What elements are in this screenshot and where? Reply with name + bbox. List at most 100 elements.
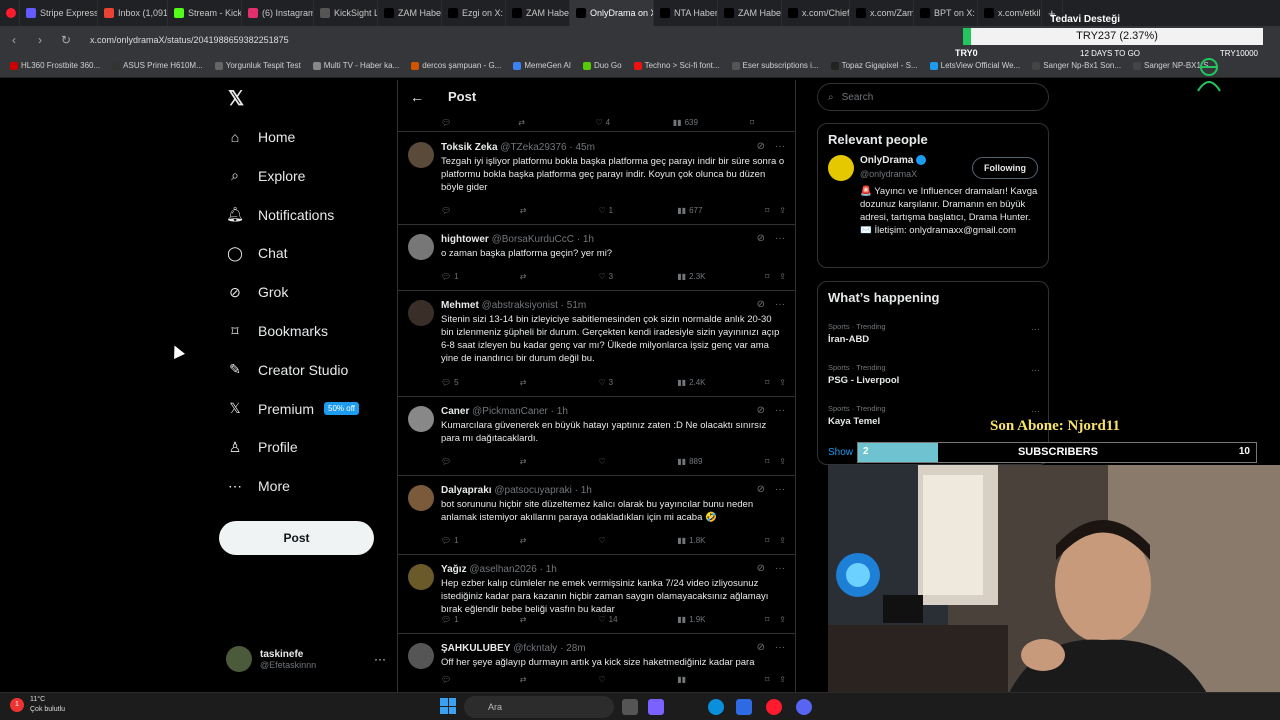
browser-tab[interactable]: ZAM Haber o (718, 0, 782, 26)
account-switcher[interactable]: taskinefe @Efetaskinnn ··· (226, 642, 386, 676)
share-icon[interactable]: ⇪ (779, 206, 786, 215)
tweet-reply[interactable]: hightower @BorsaKurduCcC · 1h ⊘ ··· o zaman… (398, 225, 795, 291)
start-icon[interactable] (440, 698, 456, 714)
discord-icon[interactable] (796, 699, 812, 715)
tweet-author-name[interactable]: hightower (441, 234, 489, 245)
avatar[interactable] (828, 155, 854, 181)
browser-tab[interactable]: Ezgi on X: "th (442, 0, 506, 26)
browser-tab[interactable]: Stream - Kick (168, 0, 242, 26)
nav-item-chat[interactable]: ◯ Chat (226, 238, 287, 268)
like-button[interactable]: ♡ (599, 536, 635, 545)
bookmark-item[interactable]: Duo Go (583, 61, 622, 70)
tweet-author-handle[interactable]: @fckntaly (513, 643, 557, 654)
bookmark-item[interactable]: LetsView Official We... (929, 61, 1020, 70)
opera-taskbar-icon[interactable] (766, 699, 782, 715)
like-button[interactable]: ♡ (599, 457, 635, 466)
like-button[interactable]: ♡ 3 (599, 378, 635, 387)
more-dots-icon[interactable]: ··· (775, 299, 785, 310)
browser-tab[interactable]: (6) Instagram (242, 0, 314, 26)
like-button[interactable]: ♡ 3 (599, 272, 635, 281)
views-button[interactable]: ▮▮ 889 (677, 457, 713, 466)
trend-item[interactable]: Sports · Trending İran-ABD ··· (828, 322, 1040, 345)
tweet-reply[interactable]: ŞAHKULUBEY @fckntaly · 28m ⊘ ··· Off her şe… (398, 634, 795, 692)
reply-button[interactable]: 💬︎ (441, 457, 477, 466)
browser-tab[interactable]: x.com/ZamHa (850, 0, 914, 26)
tweet-author-name[interactable]: Toksik Zeka (441, 142, 498, 153)
tweet-author-handle[interactable]: @patsocuyapraki (494, 485, 571, 496)
repost-button[interactable]: ⇄ (520, 272, 556, 281)
tweet-reply[interactable]: Mehmet @abstraksiyonist · 51m ⊘ ··· Sitenin… (398, 291, 795, 397)
browser-tab[interactable]: x.com/Chiefta (782, 0, 850, 26)
tweet-author-name[interactable]: Caner (441, 406, 469, 417)
avatar[interactable] (408, 485, 434, 511)
grok-icon[interactable]: ⊘ (757, 405, 765, 416)
tweet-author-name[interactable]: Yağız (441, 564, 467, 575)
like-button[interactable]: ♡ 1 (599, 206, 635, 215)
bookmark-icon[interactable]: ⌑ (765, 457, 769, 466)
bookmark-icon[interactable]: ⌑ (765, 206, 769, 215)
tweet-reply[interactable]: Yağız @aselhan2026 · 1h ⊘ ··· Hep ezber kal… (398, 555, 795, 634)
nav-item-explore[interactable]: ⌕ Explore (226, 161, 305, 191)
trend-item[interactable]: Sports · Trending PSG - Liverpool ··· (828, 363, 1040, 386)
nav-item-profile[interactable]: ♙ Profile (226, 432, 298, 462)
tweet-reply[interactable]: Caner @PickmanCaner · 1h ⊘ ··· Kumarcılara … (398, 397, 795, 476)
tweet-reply[interactable]: Toksik Zeka @TZeka29376 · 45m ⊘ ··· Tezgah … (398, 133, 795, 225)
browser-tab[interactable]: Inbox (1,091) (98, 0, 168, 26)
tweet-time[interactable]: 1h (557, 406, 568, 417)
tweet-author-handle[interactable]: @BorsaKurduCcC (492, 234, 574, 245)
reply-button[interactable]: 💬︎ 1 (441, 536, 477, 545)
share-icon[interactable]: ⇪ (779, 536, 786, 545)
reload-icon[interactable]: ↻ (58, 33, 74, 47)
bookmark-icon[interactable]: ⌑ (765, 536, 769, 545)
bookmark-item[interactable]: MemeGen AI (513, 61, 571, 70)
reply-icon[interactable]: 💬︎ (441, 118, 477, 127)
views-button[interactable]: ▮▮ 677 (677, 206, 713, 215)
share-icon[interactable]: ⇪ (779, 272, 786, 281)
browser-tab[interactable]: Stripe Express (20, 0, 98, 26)
edge-icon[interactable] (708, 699, 724, 715)
more-dots-icon[interactable]: ··· (775, 484, 785, 495)
tweet-time[interactable]: 1h (581, 485, 592, 496)
tweet-time[interactable]: 1h (583, 234, 594, 245)
browser-tab[interactable]: ZAM Haber o (506, 0, 570, 26)
share-icon[interactable]: ⇪ (779, 675, 786, 684)
share-icon[interactable]: ⇪ (779, 378, 786, 387)
tweet-reply[interactable]: Dalyaprakı @patsocuyapraki · 1h ⊘ ··· bot s… (398, 476, 795, 555)
tweet-author-handle[interactable]: @TZeka29376 (500, 142, 566, 153)
views-button[interactable]: ▮▮ (677, 675, 713, 684)
nav-item-home[interactable]: ⌂ Home (226, 122, 296, 152)
more-dots-icon[interactable]: ··· (374, 652, 386, 666)
bookmark-item[interactable]: Yorgunluk Tespit Test (214, 61, 301, 70)
bookmark-item[interactable]: HL360 Frostbite 360... (10, 61, 100, 70)
browser-tab[interactable]: NTA Haber o (654, 0, 718, 26)
browser-tab[interactable]: ZAM Haber o (378, 0, 442, 26)
repost-button[interactable]: ⇄ (520, 615, 556, 624)
like-button[interactable]: ♡ (599, 675, 635, 684)
tweet-author-handle[interactable]: @abstraksiyonist (482, 300, 558, 311)
back-arrow-icon[interactable]: ← (410, 89, 424, 105)
nav-item-notifications[interactable]: 🔔︎ Notifications (226, 200, 334, 230)
views-button[interactable]: ▮▮ 1.9K (677, 615, 713, 624)
nav-item-grok[interactable]: ⊘ Grok (226, 277, 288, 307)
share-icon[interactable]: ⇪ (779, 457, 786, 466)
post-button[interactable]: Post (219, 521, 374, 555)
repost-button[interactable]: ⇄ (520, 378, 556, 387)
back-icon[interactable]: ‹ (6, 33, 22, 47)
repost-button[interactable]: ⇄ (520, 536, 556, 545)
bookmark-item[interactable]: ASUS Prime H610M... (112, 61, 203, 70)
forward-icon[interactable]: › (32, 33, 48, 47)
weather-widget[interactable]: 1 11°C Çok bulutlu (10, 695, 65, 715)
browser-tab[interactable]: OnlyDrama on X: "Hype (570, 0, 654, 26)
views-button[interactable]: ▮▮ 639 (673, 118, 709, 127)
tweet-time[interactable]: 51m (567, 300, 586, 311)
taskbar-search[interactable]: Ara (464, 696, 614, 718)
bookmark-icon[interactable]: ⌑ (765, 272, 769, 281)
reply-button[interactable]: 💬︎ 1 (441, 272, 477, 281)
bookmark-icon[interactable]: ⌑ (750, 118, 786, 127)
nav-item-bookmarks[interactable]: ⌑ Bookmarks (226, 316, 328, 346)
repost-button[interactable]: ⇄ (520, 675, 556, 684)
avatar[interactable] (408, 406, 434, 432)
reply-button[interactable]: 💬︎ 5 (441, 378, 477, 387)
bookmark-item[interactable]: Multi TV - Haber ka... (312, 61, 399, 70)
relevant-person[interactable]: OnlyDrama @onlydramaX Following 🚨 Yayınc… (818, 155, 1048, 275)
